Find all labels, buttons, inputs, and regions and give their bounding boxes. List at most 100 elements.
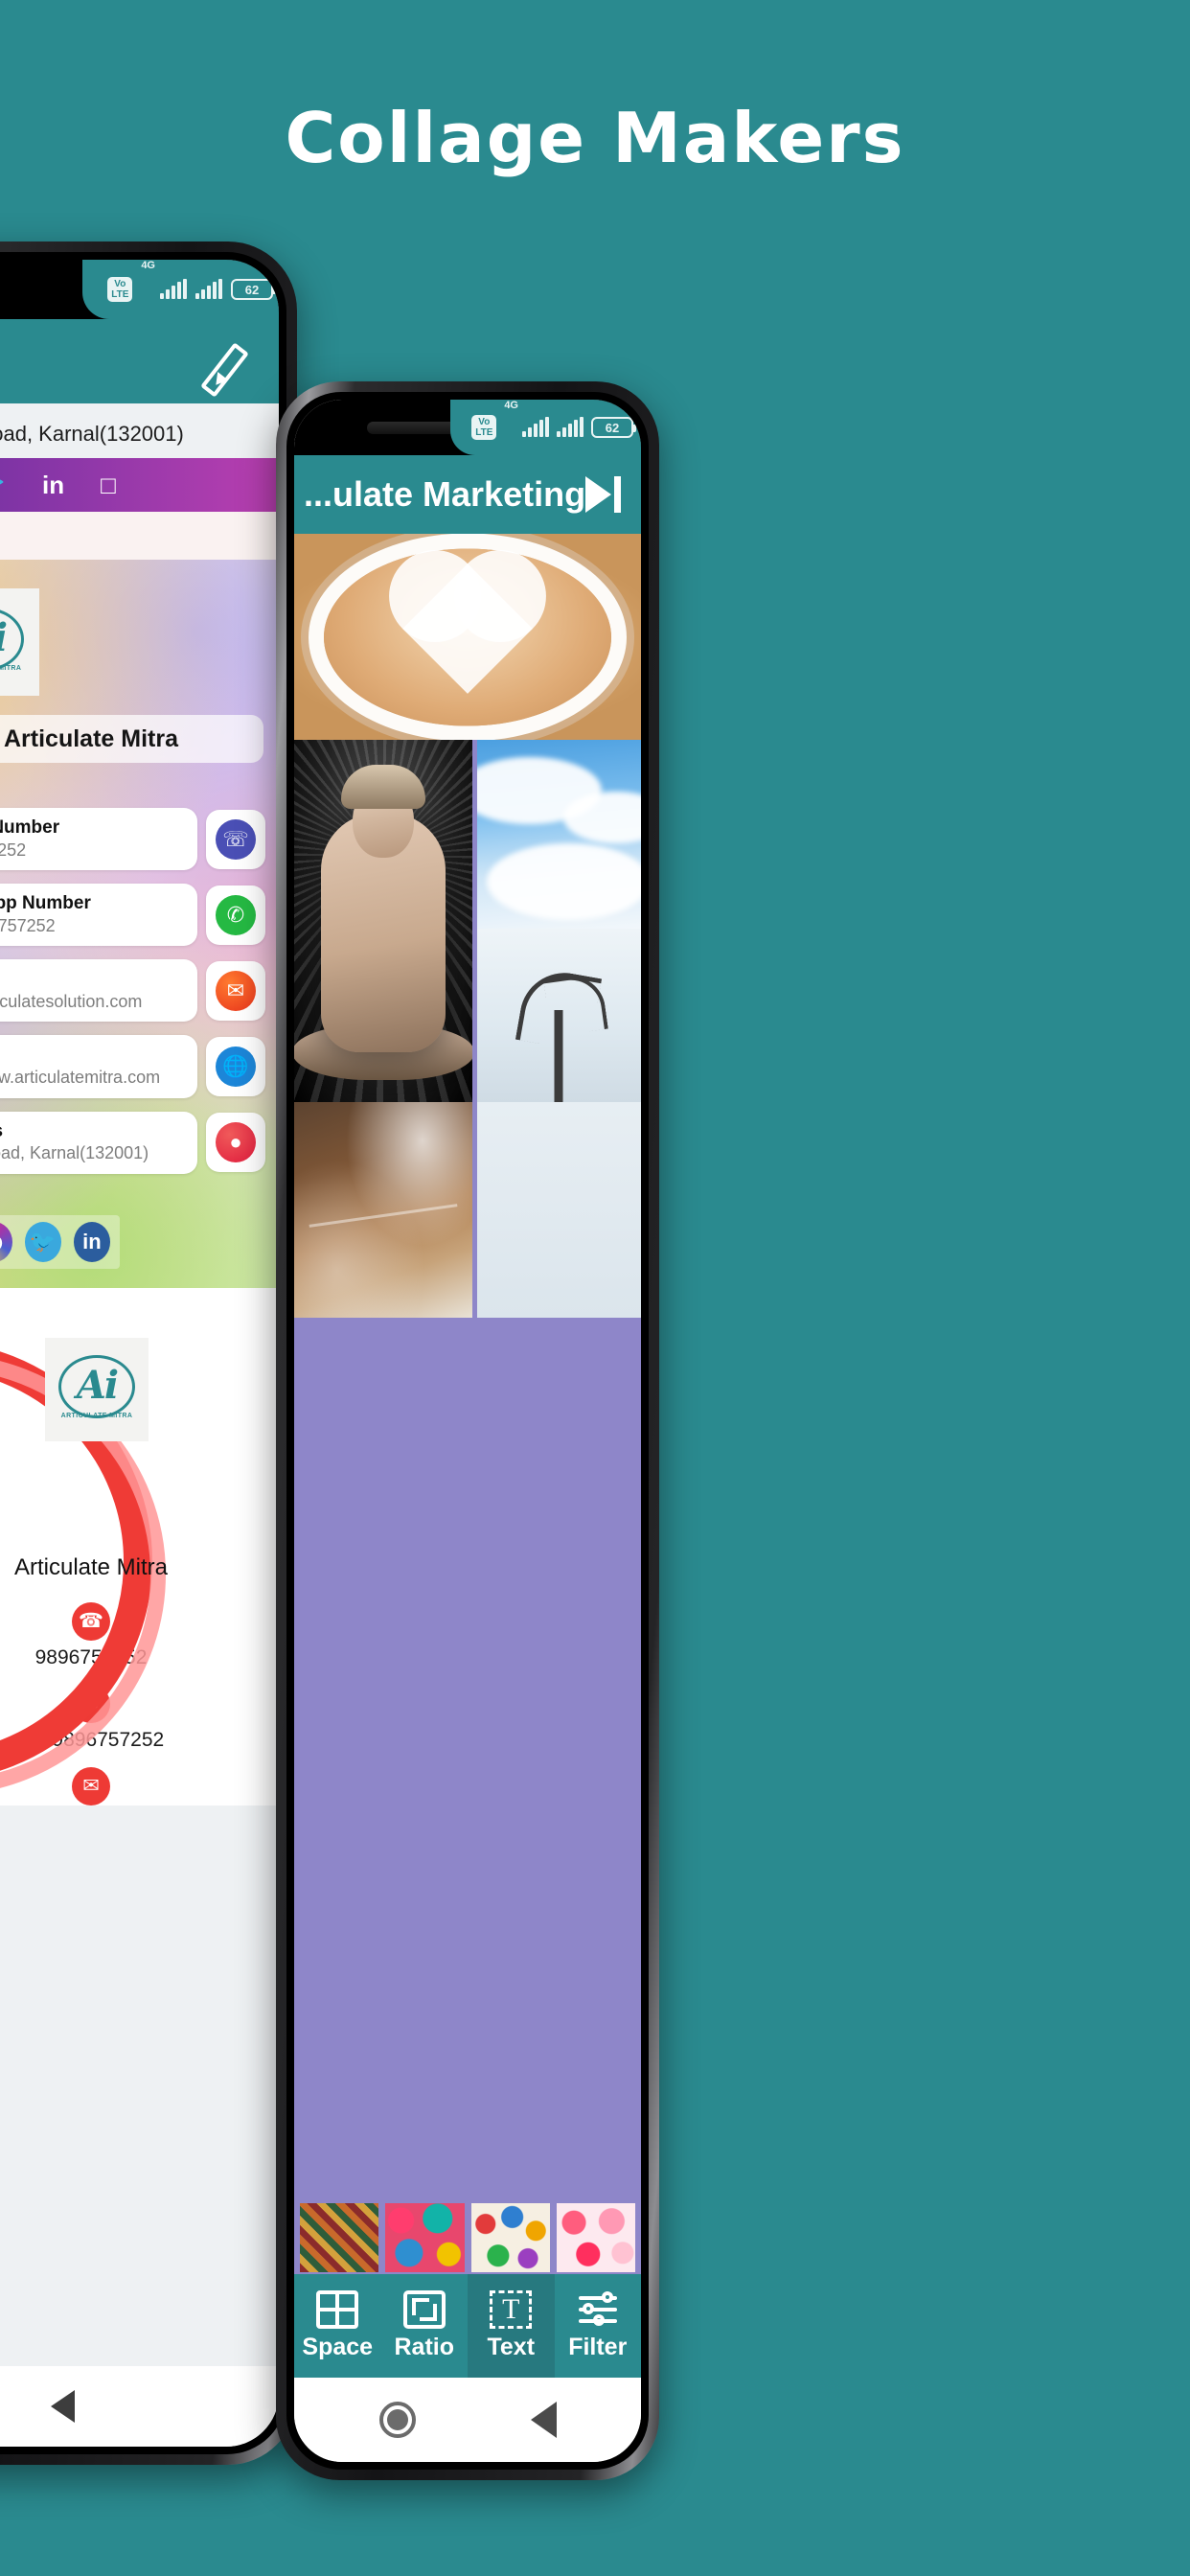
sliders-filter-icon — [577, 2290, 619, 2329]
network-type-label: 4G — [141, 260, 155, 271]
coffee-cup-photo[interactable] — [294, 534, 641, 740]
twitter-icon[interactable]: 🐦 — [24, 1221, 61, 1262]
right-phone-mockup: Vo LTE 4G 62 ...ulate Marketing Space Ra… — [276, 381, 659, 2480]
left-phone-mockup: VoLTE 4G 62 Card Location: Hansi Road, K… — [0, 242, 297, 2465]
right-status-bar: Vo LTE 4G 62 — [294, 400, 641, 455]
field-value: 9896757252 — [0, 840, 27, 860]
follow-us-label: Follow Us: — [0, 1187, 265, 1208]
canvas-bottom-strip — [294, 1318, 641, 1373]
home-circle-icon[interactable] — [378, 2402, 416, 2438]
linkedin-icon[interactable]: in — [42, 471, 64, 500]
right-nav-bar — [294, 2378, 641, 2462]
company-logo-2: Ai ARTICULATE MITRA — [45, 1337, 149, 1441]
signal-bars-icon-1 — [522, 417, 549, 437]
field-value: info@articulatesolution.com — [0, 992, 143, 1012]
email-icon-button[interactable]: ✉ — [206, 960, 265, 1021]
field-value: Hansi Road, Karnal(132001) — [0, 1143, 149, 1163]
left-phone-screen: VoLTE 4G 62 Card Location: Hansi Road, K… — [0, 260, 279, 2447]
pattern-thumb-3[interactable] — [470, 2203, 550, 2272]
location-label: Location: — [0, 405, 265, 422]
field-row-phone[interactable]: Phone Number 9896757252 ☏ — [0, 808, 265, 871]
volte-icon: Vo LTE — [471, 415, 497, 440]
linkedin-icon[interactable]: in — [73, 1221, 110, 1262]
battery-icon: 62 — [231, 279, 276, 300]
location-block: Location: Hansi Road, Karnal(132001) — [0, 403, 279, 458]
play-next-icon[interactable] — [585, 476, 622, 513]
whatsapp-icon: ✆ — [216, 894, 256, 935]
volte-icon: Vo LTE — [107, 277, 133, 302]
tool-filter[interactable]: Filter — [555, 2274, 642, 2378]
field-label: Email Id — [0, 968, 184, 991]
whatsapp-icon-button[interactable]: ✆ — [206, 885, 265, 945]
field-row-website[interactable]: Website http://www.articulatemitra.com 🌐 — [0, 1035, 265, 1098]
field-value: http://www.articulatemitra.com — [0, 1068, 161, 1088]
location-pin-icon: ● — [216, 1122, 256, 1163]
email-icon: ✉ — [216, 970, 256, 1011]
field-row-whatsapp[interactable]: Whatsapp Number +919896757252 ✆ — [0, 884, 265, 947]
tool-ratio[interactable]: Ratio — [381, 2274, 469, 2378]
logo-subtitle: ARTICULATE MITRA — [60, 1412, 133, 1419]
company-name-field: Articulate Mitra — [0, 715, 263, 763]
field-label: Address — [0, 1120, 184, 1143]
left-scroll-area[interactable]: Location: Hansi Road, Karnal(132001) f 🐦… — [0, 403, 279, 2366]
right-phone-screen: Vo LTE 4G 62 ...ulate Marketing Space Ra… — [294, 400, 641, 2462]
tool-label: Filter — [568, 2334, 628, 2360]
phone-icon: ☏ — [216, 818, 256, 860]
signal-bars-icon-2 — [557, 417, 584, 437]
email-icon[interactable]: ✉ — [72, 1766, 110, 1806]
text-box-icon: T — [490, 2290, 533, 2329]
phone-icon-button[interactable]: ☏ — [206, 809, 265, 869]
back-triangle-icon[interactable] — [530, 2402, 557, 2438]
business-card-gradient: Ai ARTICULATE MITRA Articulate Mitra Ove… — [0, 560, 279, 1288]
left-status-bar: Vo LTE 4G 62 — [0, 260, 279, 319]
globe-icon-button[interactable]: 🌐 — [206, 1036, 265, 1096]
tool-text[interactable]: T Text — [468, 2274, 555, 2378]
tool-label: Space — [302, 2334, 374, 2360]
instagram-icon[interactable]: ◎ — [0, 1221, 12, 1262]
left-app-bar: Card — [0, 319, 279, 403]
social-bar: f 🐦 in □ — [0, 458, 279, 512]
signal-bars-icon-2 — [195, 279, 222, 299]
crop-ratio-icon — [402, 2290, 446, 2329]
shiva-statue-photo[interactable] — [294, 740, 472, 1102]
logo-subtitle: ARTICULATE MITRA — [0, 665, 22, 672]
tool-bar: Space Ratio T Text Filter — [294, 2274, 641, 2378]
empty-tile[interactable] — [476, 1102, 641, 1318]
battery-icon: 62 — [591, 417, 636, 438]
field-label: Whatsapp Number — [0, 893, 91, 914]
frosted-leaf-photo[interactable] — [294, 1102, 472, 1318]
follow-us-row: f ◎ 🐦 in — [0, 1214, 120, 1269]
sky-clouds-photo[interactable] — [476, 740, 641, 929]
bare-tree-photo[interactable] — [476, 928, 641, 1102]
location-pin-icon-button[interactable]: ● — [206, 1113, 265, 1173]
right-app-title: ...ulate Marketing — [304, 474, 586, 514]
card-separator — [0, 512, 279, 560]
globe-icon: 🌐 — [216, 1046, 256, 1087]
instagram-icon[interactable]: □ — [101, 471, 116, 500]
company-logo: Ai ARTICULATE MITRA — [0, 588, 39, 696]
back-triangle-icon[interactable] — [50, 2390, 75, 2423]
pattern-thumb-4[interactable] — [556, 2203, 635, 2272]
pattern-thumb-1[interactable] — [300, 2203, 379, 2272]
tool-space[interactable]: Space — [294, 2274, 381, 2378]
field-row-email[interactable]: Email Id info@articulatesolution.com ✉ — [0, 959, 265, 1023]
field-label: Website — [0, 1044, 184, 1067]
field-value: +919896757252 — [0, 915, 56, 935]
pattern-thumbnail-strip[interactable] — [294, 2201, 641, 2274]
field-row-address[interactable]: Address Hansi Road, Karnal(132001) ● — [0, 1111, 265, 1174]
system-icons: Vo LTE 4G 62 — [82, 260, 279, 319]
page-title: Collage Makers — [285, 98, 905, 178]
twitter-icon[interactable]: 🐦 — [0, 471, 6, 500]
network-type-label: 4G — [504, 400, 518, 411]
field-label: Phone Number — [0, 817, 60, 838]
pencil-icon[interactable] — [208, 336, 258, 386]
grid-icon — [316, 2290, 359, 2329]
collage-row-middle — [294, 740, 641, 1102]
right-app-bar: ...ulate Marketing — [294, 455, 641, 534]
overview-label: Overview — [0, 780, 265, 800]
location-value: Hansi Road, Karnal(132001) — [0, 422, 184, 446]
collage-row-bottom — [294, 1102, 641, 1318]
pattern-thumb-2[interactable] — [385, 2203, 465, 2272]
system-icons: Vo LTE 4G 62 — [450, 400, 641, 455]
collage-canvas[interactable] — [294, 534, 641, 2201]
